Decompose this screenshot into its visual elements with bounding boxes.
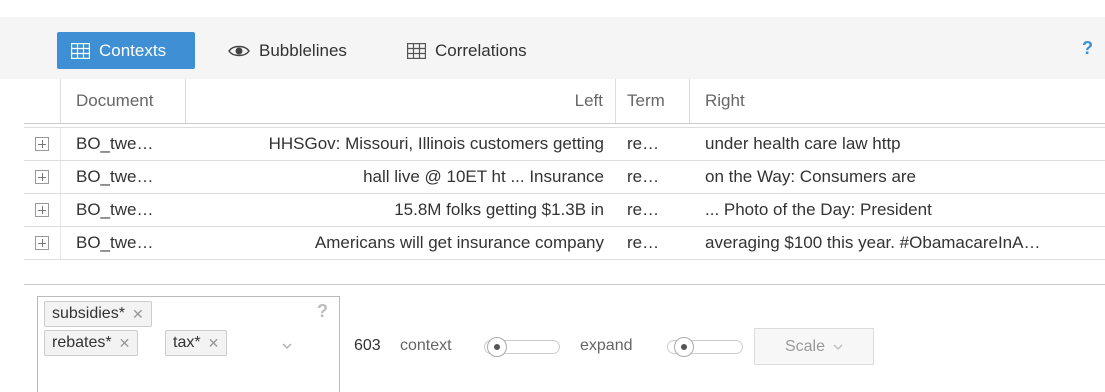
context-label: context [400, 337, 452, 354]
terms-tag-field[interactable]: subsidies* ✕ rebates* ✕ tax* ✕ ? [37, 296, 340, 392]
cell-left: hall live @ 10ET ht ... Insurance [363, 167, 604, 186]
table-icon [407, 42, 426, 59]
toolbar: Contexts Bubblelines Correlations ? [0, 0, 1105, 79]
tab-label: Contexts [99, 40, 167, 60]
cell-left: 15.8M folks getting $1.3B in [394, 200, 604, 219]
scale-dropdown[interactable]: Scale [754, 328, 874, 365]
bottom-toolbar: subsidies* ✕ rebates* ✕ tax* ✕ ? 603 con… [0, 284, 1105, 392]
cell-term: re… [627, 134, 660, 153]
table-row[interactable]: BO_twe… HHSGov: Missouri, Illinois custo… [24, 128, 1105, 161]
expand-slider-handle[interactable] [674, 337, 694, 357]
cell-document: BO_twe… [76, 200, 154, 219]
table-row[interactable]: BO_twe… hall live @ 10ET ht ... Insuranc… [24, 161, 1105, 194]
table-icon [71, 42, 90, 59]
expand-label: expand [580, 337, 633, 354]
table-row[interactable]: BO_twe… Americans will get insurance com… [24, 227, 1105, 260]
column-header-term[interactable]: Term [616, 79, 690, 123]
term-tag-label: tax* [173, 334, 201, 351]
cell-document: BO_twe… [76, 134, 154, 153]
close-icon[interactable]: ✕ [132, 306, 144, 323]
context-slider[interactable] [484, 337, 560, 357]
term-tag-label: subsidies* [52, 305, 125, 322]
grid-header: Document Left Term Right [24, 79, 1105, 124]
column-header-left[interactable]: Left [186, 79, 616, 123]
chevron-down-icon[interactable] [282, 341, 292, 351]
plus-box-icon [35, 203, 49, 217]
plus-box-icon [35, 170, 49, 184]
plus-box-icon [35, 236, 49, 250]
cell-term: re… [627, 200, 660, 219]
cell-document: BO_twe… [76, 167, 154, 186]
tab-contexts[interactable]: Contexts [57, 32, 195, 69]
tab-label: Bubblelines [259, 40, 347, 60]
cell-right: under health care law http [705, 134, 901, 153]
term-tag[interactable]: tax* ✕ [165, 330, 228, 356]
cell-term: re… [627, 167, 660, 186]
cell-right: on the Way: Consumers are [705, 167, 917, 186]
column-header-document[interactable]: Document [61, 79, 186, 123]
term-tag-label: rebates* [52, 334, 112, 351]
grid-body: BO_twe… HHSGov: Missouri, Illinois custo… [24, 127, 1105, 260]
cell-left: Americans will get insurance company [314, 233, 604, 252]
term-tag[interactable]: subsidies* ✕ [44, 301, 152, 327]
context-slider-handle[interactable] [487, 337, 507, 357]
expander-column-header [24, 79, 61, 123]
context-count: 603 [354, 337, 381, 354]
tab-label: Correlations [435, 40, 527, 60]
terms-help-icon[interactable]: ? [317, 301, 328, 322]
divider [24, 284, 1105, 285]
row-expander[interactable] [24, 128, 61, 160]
contexts-grid: Document Left Term Right BO_twe… HHSGov:… [24, 79, 1105, 260]
cell-right: ... Photo of the Day: President [705, 200, 932, 219]
cell-left: HHSGov: Missouri, Illinois customers get… [268, 134, 604, 153]
column-header-right[interactable]: Right [690, 79, 1105, 123]
help-button[interactable]: ? [1082, 38, 1093, 59]
term-tag[interactable]: rebates* ✕ [44, 330, 139, 356]
eye-icon [228, 44, 250, 58]
scale-label: Scale [784, 337, 826, 355]
tab-bubblelines[interactable]: Bubblelines [228, 32, 347, 69]
tab-correlations[interactable]: Correlations [407, 32, 527, 69]
plus-box-icon [35, 137, 49, 151]
toolbar-top-margin [0, 0, 1105, 17]
close-icon[interactable]: ✕ [208, 335, 220, 352]
cell-term: re… [627, 233, 660, 252]
chevron-down-icon [833, 344, 843, 350]
row-expander[interactable] [24, 161, 61, 193]
row-expander[interactable] [24, 194, 61, 226]
cell-right: averaging $100 this year. #ObamacareInA… [705, 233, 1041, 252]
row-expander[interactable] [24, 227, 61, 259]
table-row[interactable]: BO_twe… 15.8M folks getting $1.3B in re…… [24, 194, 1105, 227]
close-icon[interactable]: ✕ [119, 335, 131, 352]
expand-slider[interactable] [667, 337, 743, 357]
cell-document: BO_twe… [76, 233, 154, 252]
